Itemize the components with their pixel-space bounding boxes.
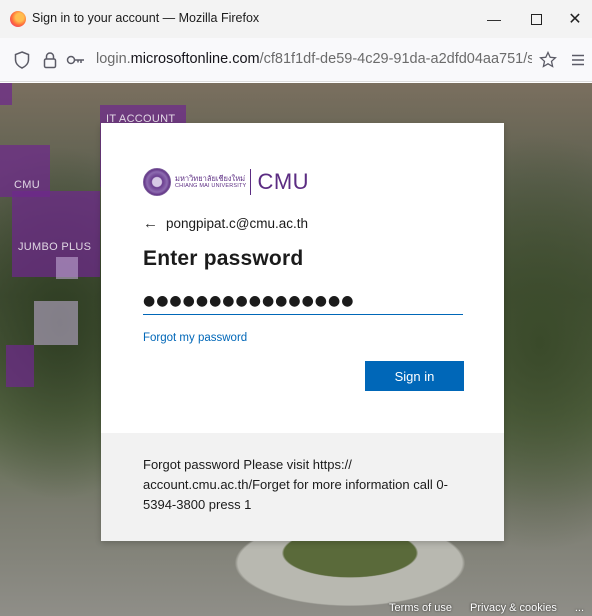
url-domain: microsoftonline.com bbox=[130, 51, 260, 67]
bookmark-star-icon[interactable] bbox=[538, 50, 558, 70]
page-footer: Terms of use Privacy & cookies ... bbox=[389, 602, 584, 614]
bg-tile-label-jumbo-plus: JUMBO PLUS bbox=[18, 241, 92, 253]
bg-tile bbox=[56, 257, 78, 279]
logo-divider bbox=[250, 169, 252, 195]
url-path: /cf81f1df-de59-4c29-91da-a2dfd04aa751/sa… bbox=[259, 51, 532, 67]
minimize-button[interactable]: — bbox=[474, 0, 514, 38]
cmu-short-name: CMU bbox=[257, 169, 310, 194]
url-input[interactable]: login.microsoftonline.com/cf81f1df-de59-… bbox=[96, 51, 532, 67]
signin-card: มหาวิทยาลัยเชียงใหม่ CHIANG MAI UNIVERSI… bbox=[101, 123, 504, 541]
university-english-name: CHIANG MAI UNIVERSITY bbox=[175, 182, 247, 189]
terms-of-use-link[interactable]: Terms of use bbox=[389, 602, 452, 614]
help-panel: Forgot password Please visit https:// ac… bbox=[101, 433, 504, 541]
close-button[interactable]: ✕ bbox=[558, 0, 592, 38]
bg-tile bbox=[0, 83, 12, 105]
url-prefix: login. bbox=[96, 51, 131, 67]
url-bar: login.microsoftonline.com/cf81f1df-de59-… bbox=[0, 38, 592, 82]
university-seal-icon bbox=[143, 168, 171, 196]
window-title: Sign in to your account — Mozilla Firefo… bbox=[32, 11, 260, 25]
forgot-password-link[interactable]: Forgot my password bbox=[143, 332, 247, 344]
key-permissions-icon[interactable] bbox=[66, 50, 86, 70]
bg-tile bbox=[6, 345, 34, 387]
menu-icon[interactable] bbox=[568, 50, 588, 70]
maximize-button[interactable] bbox=[516, 0, 556, 38]
lock-icon[interactable] bbox=[40, 50, 60, 70]
bg-tile-label-cmu: CMU bbox=[14, 179, 40, 191]
window-titlebar: Sign in to your account — Mozilla Firefo… bbox=[0, 0, 592, 38]
cmu-logo: มหาวิทยาลัยเชียงใหม่ CHIANG MAI UNIVERSI… bbox=[143, 167, 309, 197]
firefox-logo-icon bbox=[10, 11, 26, 27]
password-field[interactable]: ●●●●●●●●●●●●●●●● bbox=[143, 287, 463, 315]
page-background: IT ACCOUNT CMU JUMBO PLUS มหาวิทยาลัยเชี… bbox=[0, 83, 592, 616]
password-value: ●●●●●●●●●●●●●●●● bbox=[143, 292, 355, 309]
maximize-icon bbox=[530, 13, 542, 25]
signin-button[interactable]: Sign in bbox=[365, 361, 464, 391]
bg-tile bbox=[34, 301, 78, 345]
privacy-cookies-link[interactable]: Privacy & cookies bbox=[470, 602, 557, 614]
more-options-button[interactable]: ... bbox=[575, 602, 584, 614]
university-thai-name: มหาวิทยาลัยเชียงใหม่ bbox=[175, 173, 246, 183]
page-title: Enter password bbox=[143, 247, 304, 270]
back-arrow-icon[interactable]: ← bbox=[143, 215, 158, 232]
account-email: pongpipat.c@cmu.ac.th bbox=[166, 216, 309, 231]
help-text: Forgot password Please visit https:// ac… bbox=[143, 457, 448, 512]
shield-icon[interactable] bbox=[12, 50, 32, 70]
account-back-row[interactable]: ← pongpipat.c@cmu.ac.th bbox=[143, 215, 308, 232]
